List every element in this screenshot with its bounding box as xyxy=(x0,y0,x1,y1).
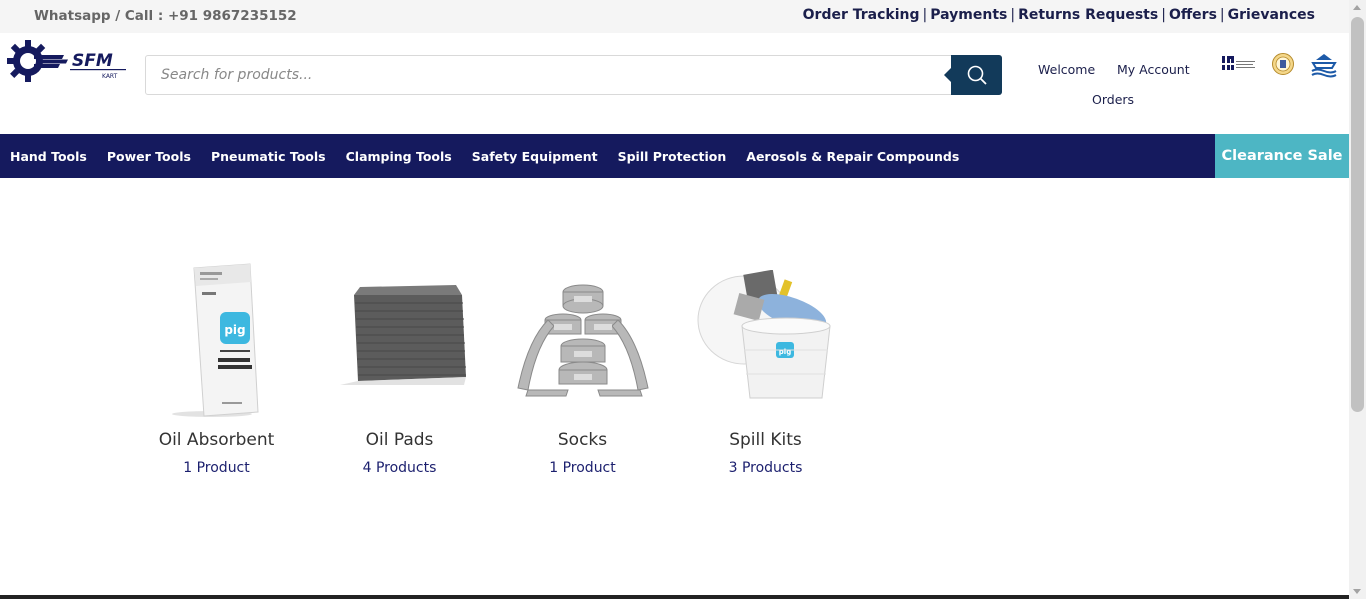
top-links: Order Tracking | Payments | Returns Requ… xyxy=(802,7,1315,23)
my-account-link[interactable]: My Account xyxy=(1117,62,1190,77)
nav-item-hand-tools[interactable]: Hand Tools xyxy=(0,149,97,164)
ship-anchor-icon xyxy=(1310,52,1338,82)
svg-text:SFM: SFM xyxy=(72,51,113,71)
certification-seal-icon xyxy=(1271,52,1295,80)
category-grid: pig Oil Absorbent 1 Product Oil Pads 4 P… xyxy=(125,260,857,476)
svg-text:KART: KART xyxy=(102,73,118,80)
category-count: 1 Product xyxy=(183,460,250,476)
nav-item-clamping-tools[interactable]: Clamping Tools xyxy=(336,149,462,164)
category-card-socks[interactable]: Socks 1 Product xyxy=(491,260,674,476)
category-card-oil-pads[interactable]: Oil Pads 4 Products xyxy=(308,260,491,476)
nav-item-spill-protection[interactable]: Spill Protection xyxy=(608,149,737,164)
category-name: Oil Absorbent xyxy=(158,430,275,450)
returns-requests-link[interactable]: Returns Requests xyxy=(1018,7,1158,23)
footer-bar xyxy=(0,595,1349,599)
payments-link[interactable]: Payments xyxy=(930,7,1007,23)
oil-absorbent-image: pig xyxy=(125,260,308,420)
svg-text:pig: pig xyxy=(778,348,790,356)
contact-info: Whatsapp / Call : +91 9867235152 xyxy=(34,8,297,24)
search-input[interactable] xyxy=(146,56,951,94)
grievances-link[interactable]: Grievances xyxy=(1228,7,1315,23)
category-count: 1 Product xyxy=(549,460,616,476)
category-name: Oil Pads xyxy=(365,430,434,450)
spill-kits-image: pig xyxy=(674,260,857,420)
socks-image xyxy=(491,260,674,420)
scroll-up-icon[interactable] xyxy=(1353,5,1361,10)
main-nav: Hand Tools Power Tools Pneumatic Tools C… xyxy=(0,134,1349,178)
impa-logo-icon xyxy=(1221,52,1257,80)
category-count: 4 Products xyxy=(362,460,437,476)
oil-pads-image xyxy=(308,260,491,420)
clearance-sale-button[interactable]: Clearance Sale xyxy=(1215,134,1349,178)
order-tracking-link[interactable]: Order Tracking xyxy=(803,7,920,23)
search-icon xyxy=(967,65,987,85)
nav-item-safety-equipment[interactable]: Safety Equipment xyxy=(462,149,608,164)
category-name: Socks xyxy=(557,430,608,450)
scrollbar-thumb[interactable] xyxy=(1351,17,1364,412)
category-card-spill-kits[interactable]: pig Spill Kits 3 Products xyxy=(674,260,857,476)
nav-item-power-tools[interactable]: Power Tools xyxy=(97,149,201,164)
category-card-oil-absorbent[interactable]: pig Oil Absorbent 1 Product xyxy=(125,260,308,476)
category-count: 3 Products xyxy=(728,460,803,476)
page-scrollbar[interactable] xyxy=(1349,0,1366,599)
top-bar: Whatsapp / Call : +91 9867235152 Order T… xyxy=(0,0,1349,33)
welcome-link[interactable]: Welcome xyxy=(1038,62,1095,77)
search-bar xyxy=(145,55,1002,95)
site-logo[interactable]: SFM KART xyxy=(4,37,130,85)
nav-item-pneumatic-tools[interactable]: Pneumatic Tools xyxy=(201,149,336,164)
svg-text:pig: pig xyxy=(224,323,245,337)
offers-link[interactable]: Offers xyxy=(1169,7,1217,23)
search-button[interactable] xyxy=(944,55,1002,95)
category-name: Spill Kits xyxy=(729,430,802,450)
scroll-down-icon[interactable] xyxy=(1353,589,1361,594)
orders-link[interactable]: Orders xyxy=(1092,92,1134,107)
nav-item-aerosols[interactable]: Aerosols & Repair Compounds xyxy=(736,149,969,164)
